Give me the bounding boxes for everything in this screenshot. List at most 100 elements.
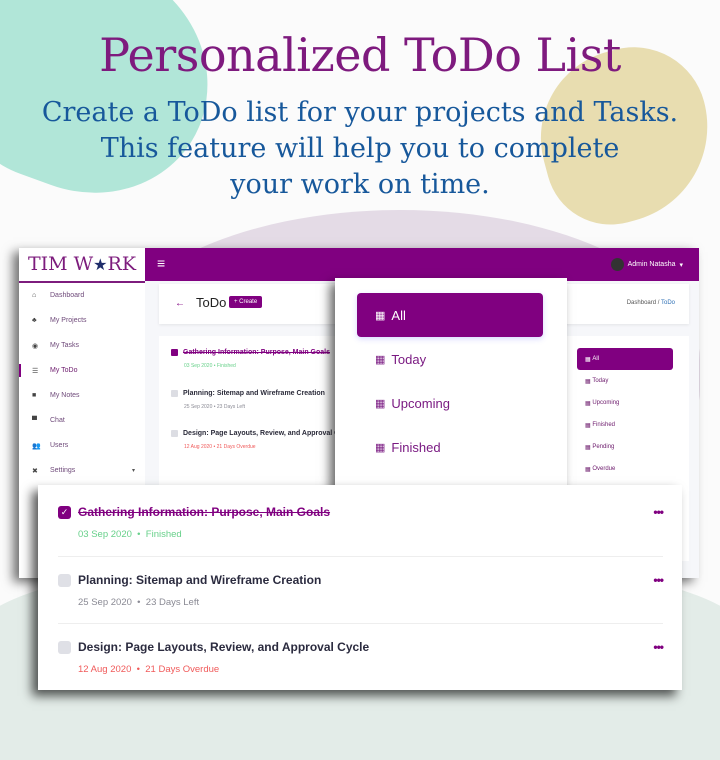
filter-finished[interactable]: ▦ Finished	[577, 414, 673, 436]
calendar-icon: ▦	[585, 444, 591, 451]
sidebar-item-users[interactable]: 👥 Users	[19, 433, 145, 458]
calendar-icon: ▦	[375, 353, 386, 366]
logo[interactable]: TIM W★RK	[19, 248, 145, 283]
task-status: 21 Days Overdue	[216, 444, 256, 450]
list-item[interactable]: Gathering Information: Purpose, Main Goa…	[171, 349, 330, 356]
filter-label: Finished	[391, 439, 441, 455]
star-icon: ★	[93, 255, 108, 274]
task-title: Design: Page Layouts, Review, and Approv…	[183, 430, 353, 437]
filter-pending[interactable]: ▦ Pending	[577, 436, 673, 458]
sidebar-item-chat[interactable]: ▀ Chat	[19, 408, 145, 433]
sidebar-item-my-todo[interactable]: ☰ My ToDo	[19, 358, 145, 383]
task-status: 21 Days Overdue	[145, 664, 220, 675]
bullet: •	[213, 363, 216, 369]
checkbox[interactable]	[171, 349, 178, 356]
filter-overdue[interactable]: ▦ Overdue	[577, 458, 673, 480]
task-date: 25 Sep 2020	[78, 597, 132, 608]
calendar-icon: ▦	[585, 422, 591, 429]
more-options-icon[interactable]: •••	[653, 573, 664, 587]
filter-today[interactable]: ▦ Today	[357, 337, 543, 381]
back-arrow-icon[interactable]: ←	[175, 298, 185, 309]
list-item[interactable]: ✓ Gathering Information: Purpose, Main Go…	[58, 489, 664, 556]
sidebar-item-label: My Notes	[50, 392, 80, 399]
list-item[interactable]: Design: Page Layouts, Review, and Approv…	[171, 430, 353, 437]
filter-all[interactable]: ▦ All	[577, 348, 673, 370]
task-meta: 03 Sep 2020 • Finished	[78, 529, 182, 540]
task-date: 03 Sep 2020	[78, 529, 132, 540]
checkbox[interactable]	[171, 430, 178, 437]
task-status: Finished	[216, 363, 236, 369]
avatar	[610, 258, 624, 271]
bullet: •	[213, 444, 216, 450]
calendar-icon: ▦	[375, 397, 386, 410]
task-meta: 03 Sep 2020 • Finished	[184, 363, 236, 369]
breadcrumb: Dashboard / ToDo	[627, 300, 675, 306]
filter-upcoming[interactable]: ▦ Upcoming	[577, 392, 673, 414]
filter-today[interactable]: ▦ Today	[577, 370, 673, 392]
task-meta: 12 Aug 2020 • 21 Days Overdue	[78, 664, 219, 675]
sidebar-item-dashboard[interactable]: ⌂ Dashboard	[19, 283, 145, 308]
more-options-icon[interactable]: •••	[653, 640, 664, 654]
caret-down-icon: ▾	[679, 261, 683, 269]
chat-icon: ▀	[32, 417, 37, 424]
settings-icon: ✖	[32, 467, 38, 475]
filter-upcoming[interactable]: ▦ Upcoming	[357, 381, 543, 425]
check-icon: ✓	[60, 506, 69, 517]
create-button[interactable]: + Create	[229, 296, 263, 308]
list-item[interactable]: Design: Page Layouts, Review, and Approv…	[58, 623, 664, 691]
filter-label: All	[592, 356, 600, 362]
home-icon: ⌂	[32, 292, 37, 299]
chevron-down-icon: ▾	[131, 468, 135, 474]
bullet: •	[136, 664, 140, 675]
list-item[interactable]: Planning: Sitemap and Wireframe Creation…	[58, 556, 664, 624]
bullet: •	[213, 404, 216, 410]
tasks-icon: ◉	[32, 342, 39, 350]
task-meta: 25 Sep 2020 • 23 Days Left	[184, 404, 245, 410]
filter-label: Today	[391, 351, 427, 367]
sidebar-item-settings[interactable]: ✖ Settings ▾	[19, 458, 145, 483]
page-title: ToDo	[196, 295, 227, 310]
hamburger-menu-icon[interactable]: ≡	[157, 255, 165, 271]
filter-all[interactable]: ▦ All	[357, 293, 543, 337]
checkbox[interactable]	[58, 573, 71, 587]
checkbox[interactable]	[171, 390, 178, 397]
task-title: Design: Page Layouts, Review, and Approv…	[78, 640, 370, 654]
task-date: 25 Sep 2020	[184, 404, 213, 410]
checkbox-checked[interactable]: ✓	[58, 505, 71, 519]
filter-label: Upcoming	[391, 395, 450, 411]
notes-icon: ■	[32, 392, 37, 399]
filter-sidebar: ▦ All ▦ Today ▦ Upcoming ▦ Finished ▦ Pe…	[577, 348, 673, 480]
topbar: ≡ Admin Natasha ▾	[145, 248, 699, 281]
task-title: Gathering Information: Purpose, Main Goa…	[183, 349, 331, 356]
sidebar-item-my-notes[interactable]: ■ My Notes	[19, 383, 145, 408]
sidebar-item-label: My Projects	[50, 317, 87, 324]
task-meta: 12 Aug 2020 • 21 Days Overdue	[184, 444, 256, 450]
user-menu[interactable]: Admin Natasha ▾	[610, 258, 683, 271]
list-icon: ☰	[32, 367, 39, 375]
breadcrumb-current: ToDo	[660, 300, 675, 306]
task-status: 23 Days Left	[145, 597, 200, 608]
task-date: 12 Aug 2020	[184, 444, 213, 450]
breadcrumb-separator: /	[657, 300, 660, 306]
task-title: Gathering Information: Purpose, Main Goa…	[78, 505, 331, 519]
more-options-icon[interactable]: •••	[653, 505, 664, 519]
sidebar-item-label: My Tasks	[50, 342, 80, 349]
task-status: 23 Days Left	[216, 404, 245, 410]
filter-label: Today	[592, 378, 609, 384]
projects-icon: ♣	[32, 317, 37, 324]
calendar-icon: ▦	[375, 309, 386, 322]
task-date: 03 Sep 2020	[184, 363, 213, 369]
calendar-icon: ▦	[585, 466, 591, 473]
sidebar-item-my-tasks[interactable]: ◉ My Tasks	[19, 333, 145, 358]
users-icon: 👥	[32, 442, 41, 450]
task-status: Finished	[145, 529, 182, 540]
breadcrumb-dashboard[interactable]: Dashboard	[627, 300, 656, 306]
filter-label: Finished	[592, 422, 616, 428]
sidebar-item-label: Chat	[50, 417, 65, 424]
task-list-zoom: ✓ Gathering Information: Purpose, Main Go…	[38, 485, 682, 690]
checkbox[interactable]	[58, 640, 71, 654]
sidebar-item-my-projects[interactable]: ♣ My Projects	[19, 308, 145, 333]
filter-finished[interactable]: ▦ Finished	[357, 425, 543, 469]
filter-label: All	[391, 307, 406, 323]
list-item[interactable]: Planning: Sitemap and Wireframe Creation	[171, 390, 325, 397]
